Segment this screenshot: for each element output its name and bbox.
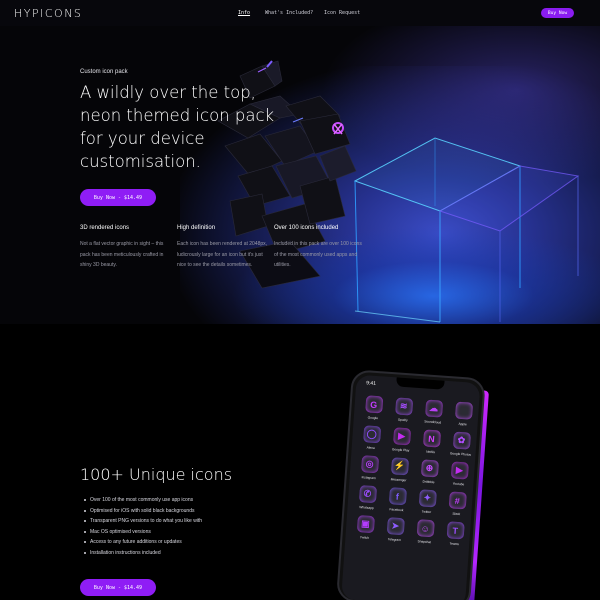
app-dribbble: ⊕ Dribbble xyxy=(413,459,445,485)
app-netflix: N Netflix xyxy=(415,429,447,455)
apple-icon xyxy=(454,401,473,420)
hero-section: Custom icon pack A wildly over the top, … xyxy=(0,26,600,324)
list-item: Transparent PNG versions to do what you … xyxy=(83,516,202,527)
app-spotify: ≋ Spotify xyxy=(388,397,420,423)
app-instagram: ◎ Instagram xyxy=(354,455,386,481)
app-google: G Google xyxy=(358,395,390,421)
app-soundcloud: ☁ Soundcloud xyxy=(418,399,450,425)
app-label: Soundcloud xyxy=(424,419,442,425)
nav-link-info[interactable]: Info xyxy=(238,10,250,16)
status-time: 9:41 xyxy=(366,380,377,387)
phone-notch xyxy=(396,377,445,390)
app-label: Telegram xyxy=(387,537,402,543)
twitter-icon: ✦ xyxy=(418,489,437,508)
app-label: Twitch xyxy=(359,535,370,540)
app-label: Slack xyxy=(452,511,461,517)
netflix-icon: N xyxy=(422,429,441,448)
feature-title: Over 100 icons included xyxy=(274,225,339,231)
feature-title: High definition xyxy=(177,225,216,231)
feature-high-definition: High definition Each icon has been rende… xyxy=(177,225,269,271)
soundcloud-icon: ☁ xyxy=(424,399,443,418)
app-label: Google Play xyxy=(391,447,410,453)
list-item: Access to any future additions or update… xyxy=(83,537,202,548)
app-snapchat: ☺ Snapchat xyxy=(409,519,441,545)
app-twitter: ✦ Twitter xyxy=(411,489,443,515)
app-label: Twitter xyxy=(421,509,432,515)
app-label: Google xyxy=(367,415,379,421)
phone-mockup: 9:41 G Google ≋ Spotify ☁ Soundcloud Apple ◯ Ale… xyxy=(335,369,489,600)
phone-body: 9:41 G Google ≋ Spotify ☁ Soundcloud Apple ◯ Ale… xyxy=(335,369,486,600)
app-facebook: f Facebook xyxy=(381,487,413,513)
twitch-icon: ▣ xyxy=(356,514,375,534)
section-buy-button[interactable]: Buy Now - $14.49 xyxy=(80,579,156,596)
app-label: Apple xyxy=(458,421,467,427)
app-label: Instagram xyxy=(361,475,376,481)
feature-text: Included in this pack are over 100 icons… xyxy=(274,241,362,268)
dribbble-icon: ⊕ xyxy=(420,459,439,478)
spotify-icon: ≋ xyxy=(394,397,413,416)
teams-icon: T xyxy=(446,521,465,540)
unique-icons-section: 100+ Unique icons Over 100 of the most c… xyxy=(0,324,600,600)
app-label: Snapchat xyxy=(417,539,432,545)
app-apple: Apple xyxy=(448,401,480,427)
app-label: Alexa xyxy=(366,445,375,451)
feature-text: Each icon has been rendered at 2048px, l… xyxy=(177,241,268,268)
hero-buy-button[interactable]: Buy Now - $14.49 xyxy=(80,189,156,206)
app-google-play: ▶ Google Play xyxy=(386,427,418,453)
app-label: Google Photos xyxy=(449,451,472,457)
list-item: Mac OS optimised versions xyxy=(83,527,202,538)
google-play-icon: ▶ xyxy=(392,427,411,446)
whatsapp-icon: ✆ xyxy=(358,485,377,504)
slack-icon: # xyxy=(448,491,467,510)
nav-link-whats-included[interactable]: What's Included? xyxy=(265,10,313,16)
app-label: Spotify xyxy=(397,417,408,423)
phone-screen: 9:41 G Google ≋ Spotify ☁ Soundcloud Apple ◯ Ale… xyxy=(341,374,481,600)
feature-title: 3D rendered icons xyxy=(80,225,130,231)
app-messenger: ⚡ Messenger xyxy=(383,457,415,483)
feature-list: Over 100 of the most commonly use app ic… xyxy=(83,495,202,559)
feature-3d-rendered: 3D rendered icons Not a flat vector grap… xyxy=(80,225,172,271)
app-alexa: ◯ Alexa xyxy=(356,425,388,451)
app-youtube: ▶ Youtube xyxy=(443,461,475,487)
google-photos-icon: ✿ xyxy=(452,431,471,450)
app-label: Facebook xyxy=(389,507,404,513)
top-nav: HYPICONS Info What's Included? Icon Requ… xyxy=(0,0,600,26)
app-label: Whatsapp xyxy=(359,505,374,511)
nav-link-icon-request[interactable]: Icon Request xyxy=(324,10,360,16)
feature-over-100-icons: Over 100 icons included Included in this… xyxy=(274,225,366,271)
telegram-icon: ➤ xyxy=(386,517,405,536)
app-twitch: ▣ Twitch xyxy=(349,514,381,541)
facebook-icon: f xyxy=(388,487,407,506)
hero-eyebrow: Custom icon pack xyxy=(80,69,128,75)
app-telegram: ➤ Telegram xyxy=(379,517,411,543)
app-google-photos: ✿ Google Photos xyxy=(445,431,477,457)
app-label: Youtube xyxy=(452,481,465,487)
app-grid: G Google ≋ Spotify ☁ Soundcloud Apple ◯ Alexa ▶ Go… xyxy=(349,395,479,547)
list-item: Installation instructions included xyxy=(83,548,202,559)
snapchat-icon: ☺ xyxy=(416,519,435,538)
alexa-icon: ◯ xyxy=(362,425,381,444)
messenger-icon: ⚡ xyxy=(390,457,409,476)
feature-text: Not a flat vector graphic in sight – thi… xyxy=(80,241,164,268)
google-icon: G xyxy=(364,395,383,414)
app-teams: T Teams xyxy=(439,521,471,547)
app-slack: # Slack xyxy=(441,491,473,517)
app-label: Teams xyxy=(449,541,460,547)
hero-title: A wildly over the top, neon themed icon … xyxy=(80,83,275,171)
app-label: Messenger xyxy=(390,477,407,483)
section-title: 100+ Unique icons xyxy=(80,465,233,484)
app-label: Dribbble xyxy=(422,479,435,485)
list-item: Optimised for iOS with solid black backg… xyxy=(83,506,202,517)
youtube-icon: ▶ xyxy=(450,461,469,480)
list-item: Over 100 of the most commonly use app ic… xyxy=(83,495,202,506)
app-label: Netflix xyxy=(426,449,436,455)
app-whatsapp: ✆ Whatsapp xyxy=(351,485,383,511)
instagram-icon: ◎ xyxy=(360,455,379,474)
nav-buy-button[interactable]: Buy Now xyxy=(541,8,574,18)
logo[interactable]: HYPICONS xyxy=(14,7,82,20)
